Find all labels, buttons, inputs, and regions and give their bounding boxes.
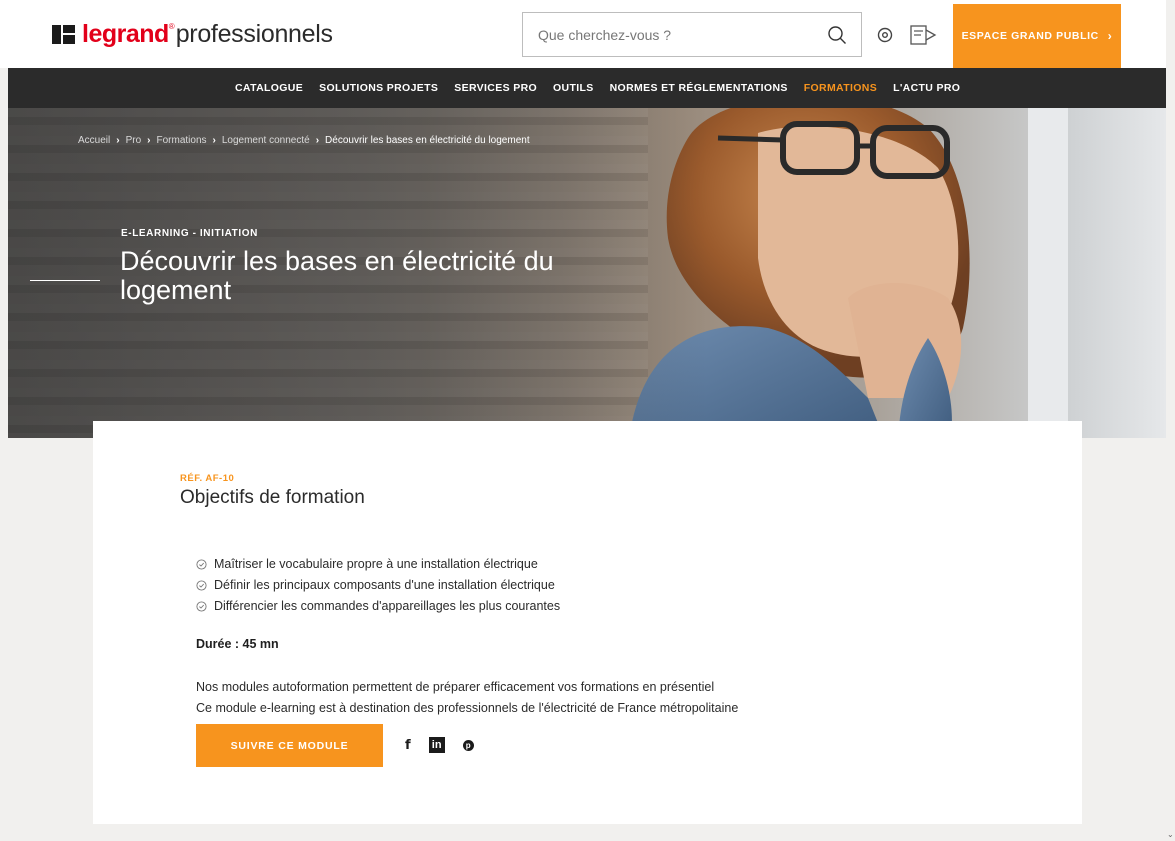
objective-text: Maîtriser le vocabulaire propre à une in… bbox=[214, 557, 538, 571]
nav-item-services-pro[interactable]: SERVICES PRO bbox=[454, 82, 537, 94]
main-nav: CATALOGUE SOLUTIONS PROJETS SERVICES PRO… bbox=[8, 68, 1166, 108]
hero-banner: Accueil › Pro › Formations › Logement co… bbox=[8, 108, 1166, 438]
linkedin-icon[interactable]: in bbox=[428, 737, 445, 753]
description-line: Nos modules autoformation permettent de … bbox=[196, 680, 715, 694]
nav-item-normes[interactable]: NORMES ET RÉGLEMENTATIONS bbox=[610, 82, 788, 94]
espace-grand-public-label: ESPACE GRAND PUBLIC bbox=[961, 30, 1099, 42]
nav-item-solutions-projets[interactable]: SOLUTIONS PROJETS bbox=[319, 82, 438, 94]
espace-grand-public-button[interactable]: ESPACE GRAND PUBLIC › bbox=[953, 4, 1121, 68]
scrollbar[interactable] bbox=[1166, 0, 1175, 841]
catalog-icon[interactable] bbox=[908, 23, 938, 47]
search-icon[interactable] bbox=[827, 25, 847, 45]
hero-divider bbox=[30, 280, 100, 281]
page-title: Découvrir les bases en électricité du lo… bbox=[120, 246, 554, 305]
list-item: Différencier les commandes d'appareillag… bbox=[196, 596, 560, 617]
reference-code: RÉF. AF-10 bbox=[180, 473, 235, 484]
breadcrumb-current: Découvrir les bases en électricité du lo… bbox=[325, 135, 530, 146]
breadcrumb-item-accueil[interactable]: Accueil bbox=[78, 135, 110, 146]
breadcrumb-chevron-icon: › bbox=[315, 135, 320, 146]
description: Nos modules autoformation permettent de … bbox=[196, 677, 738, 719]
list-item: Définir les principaux composants d'une … bbox=[196, 575, 560, 596]
breadcrumb-item-formations[interactable]: Formations bbox=[157, 135, 207, 146]
list-item: Maîtriser le vocabulaire propre à une in… bbox=[196, 554, 560, 575]
legrand-logo-mark-icon bbox=[52, 22, 76, 46]
logo-subtitle-text: professionnels bbox=[175, 19, 333, 48]
hero-kicker: E-LEARNING - INITIATION bbox=[121, 228, 258, 239]
site-header: legrand ® professionnels ESPACE GRAND PU… bbox=[0, 0, 1166, 68]
breadcrumb-item-pro[interactable]: Pro bbox=[126, 135, 142, 146]
breadcrumb: Accueil › Pro › Formations › Logement co… bbox=[78, 135, 530, 146]
social-share: f in p bbox=[405, 737, 474, 753]
nav-item-formations[interactable]: FORMATIONS bbox=[804, 82, 877, 94]
breadcrumb-item-logement-connecte[interactable]: Logement connecté bbox=[222, 135, 310, 146]
nav-item-outils[interactable]: OUTILS bbox=[553, 82, 594, 94]
scroll-down-arrow-icon[interactable]: ⌄ bbox=[1167, 830, 1174, 839]
suivre-module-button[interactable]: SUIVRE CE MODULE bbox=[196, 724, 383, 767]
pinterest-icon[interactable]: p bbox=[462, 739, 474, 751]
legrand-logo[interactable]: legrand ® professionnels bbox=[52, 16, 333, 52]
objectives-list: Maîtriser le vocabulaire propre à une in… bbox=[196, 554, 560, 617]
section-title: Objectifs de formation bbox=[180, 487, 365, 508]
objective-text: Définir les principaux composants d'une … bbox=[214, 578, 555, 592]
breadcrumb-chevron-icon: › bbox=[147, 135, 151, 146]
objective-text: Différencier les commandes d'appareillag… bbox=[214, 599, 561, 613]
search-box bbox=[522, 12, 862, 57]
breadcrumb-chevron-icon: › bbox=[212, 135, 216, 146]
breadcrumb-chevron-icon: › bbox=[116, 135, 120, 146]
check-circle-icon bbox=[196, 580, 207, 591]
chevron-right-icon: › bbox=[1107, 29, 1113, 43]
nav-item-catalogue[interactable]: CATALOGUE bbox=[235, 82, 303, 94]
formation-card: RÉF. AF-10 Objectifs de formation Maîtri… bbox=[93, 421, 1082, 824]
check-circle-icon bbox=[196, 559, 207, 570]
search-input[interactable] bbox=[523, 13, 813, 56]
nav-item-actu-pro[interactable]: L'ACTU PRO bbox=[893, 82, 960, 94]
location-icon[interactable] bbox=[875, 25, 895, 45]
facebook-icon[interactable]: f bbox=[405, 738, 411, 753]
check-circle-icon bbox=[196, 601, 207, 612]
logo-brand-text: legrand bbox=[82, 19, 169, 48]
duration-text: Durée : 45 mn bbox=[196, 637, 279, 651]
description-line: Ce module e-learning est à destination d… bbox=[196, 701, 739, 715]
logo-registered-mark: ® bbox=[168, 22, 175, 31]
